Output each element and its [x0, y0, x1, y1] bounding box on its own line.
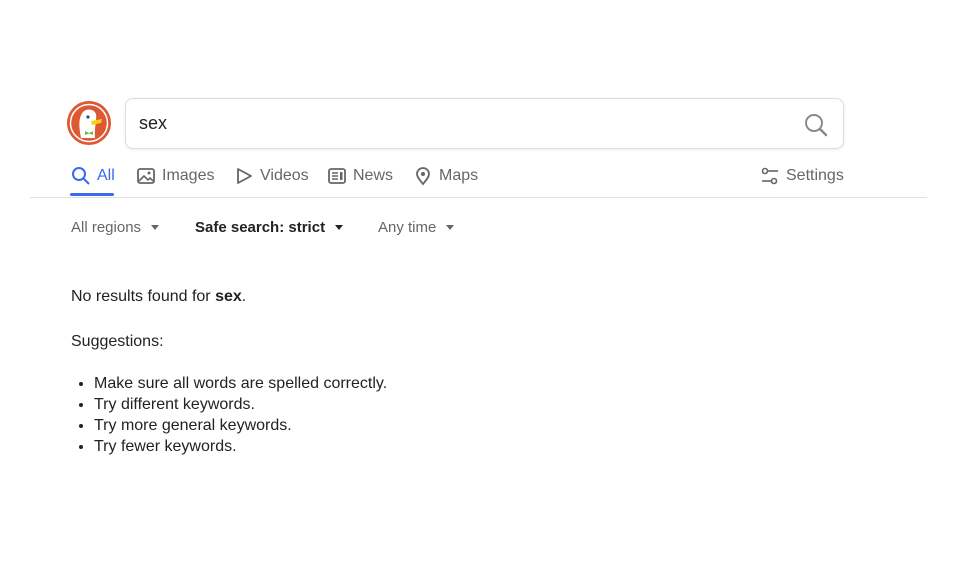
no-results-message: No results found for sex.: [71, 288, 246, 306]
tab-label: All: [97, 167, 115, 184]
divider: [30, 197, 927, 198]
settings-label: Settings: [786, 167, 844, 184]
tab-label: Videos: [260, 167, 309, 184]
list-item: Try fewer keywords.: [94, 436, 387, 457]
image-icon: [137, 168, 155, 184]
tab-label: News: [353, 167, 394, 184]
tab-label: Images: [162, 167, 215, 184]
message-query: sex: [215, 288, 242, 305]
caret-down-icon: [151, 225, 160, 230]
region-filter[interactable]: All regions: [71, 219, 160, 236]
caret-down-icon: [446, 225, 455, 230]
sliders-icon: [761, 167, 778, 185]
region-label: All regions: [71, 219, 142, 236]
search-box: [125, 98, 844, 149]
active-tab-indicator: [70, 193, 114, 196]
newspaper-icon: [328, 168, 346, 184]
tab-videos[interactable]: Videos: [234, 165, 309, 187]
list-item: Try different keywords.: [94, 394, 387, 415]
tab-maps[interactable]: Maps: [413, 165, 478, 187]
suggestions-list: Make sure all words are spelled correctl…: [94, 373, 387, 457]
tab-label: Maps: [439, 167, 479, 184]
time-filter[interactable]: Any time: [378, 219, 455, 236]
search-input[interactable]: [139, 113, 779, 134]
settings-button[interactable]: Settings: [760, 165, 844, 187]
tab-all[interactable]: All: [71, 165, 115, 187]
list-item: Make sure all words are spelled correctl…: [94, 373, 387, 394]
list-item: Try more general keywords.: [94, 415, 387, 436]
suggestions-heading: Suggestions:: [71, 333, 164, 350]
search-icon: [72, 167, 90, 185]
caret-down-icon: [335, 225, 344, 230]
safe-search-filter[interactable]: Safe search: strict: [195, 219, 344, 236]
map-pin-icon: [416, 167, 430, 186]
tab-news[interactable]: News: [327, 165, 393, 187]
duckduckgo-logo[interactable]: [66, 100, 112, 146]
message-suffix: .: [241, 288, 247, 305]
safe-search-label: Safe search: strict: [195, 219, 326, 236]
time-label: Any time: [378, 219, 437, 236]
message-prefix: No results found for: [71, 288, 216, 305]
search-icon[interactable]: [803, 112, 829, 138]
tab-images[interactable]: Images: [136, 165, 214, 187]
play-icon: [237, 168, 252, 184]
